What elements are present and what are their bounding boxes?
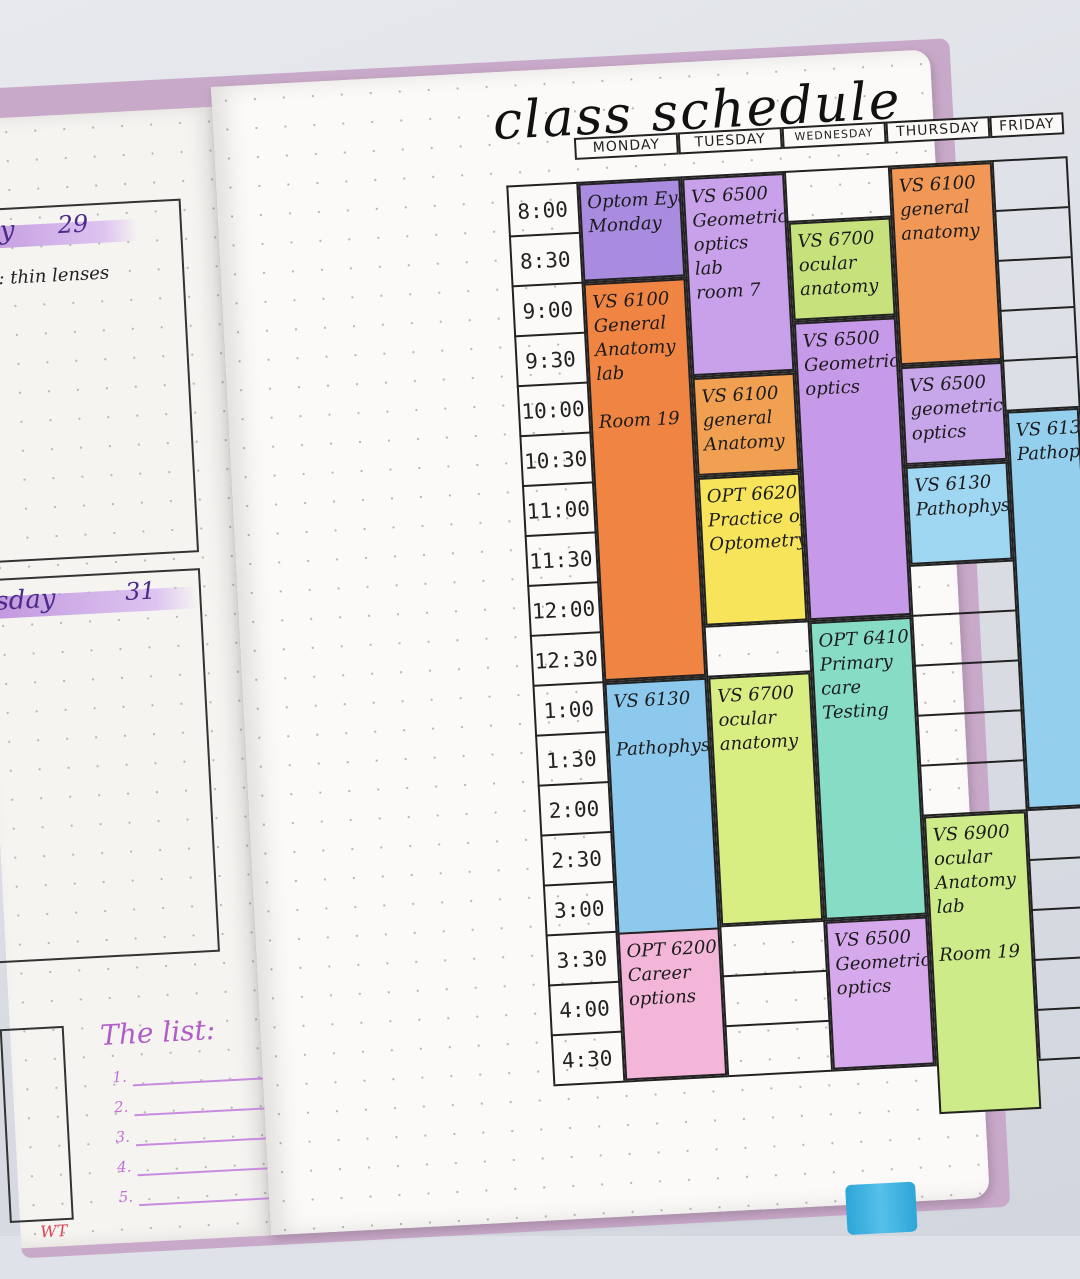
class-block-text: Optometry (708, 529, 808, 556)
class-block-text: VS 6100 (701, 382, 779, 408)
class-block-text: VS 6900 (932, 821, 1011, 847)
class-block-text: OPT 6200 (625, 936, 718, 963)
list-item-number: 4. (116, 1157, 132, 1177)
class-block-text: VS 6130 (612, 687, 691, 713)
time-label: 1:30 (545, 746, 598, 774)
list-line (139, 1196, 279, 1207)
time-label: 11:00 (526, 496, 591, 524)
class-block-text: VS 6100 (591, 288, 670, 314)
class-block-text: options (628, 985, 697, 1011)
bookmark-ribbon (845, 1181, 918, 1236)
list-line (137, 1166, 278, 1177)
time-label: 11:30 (528, 546, 594, 574)
class-block-text: anatomy (799, 275, 879, 301)
class-block-text: Pathophys (615, 734, 711, 761)
class-block-text: geometric (910, 394, 1004, 421)
day-header-monday: MONDAY (573, 132, 679, 160)
day-box-2 (0, 568, 220, 964)
week-footer: WT (39, 1220, 68, 1242)
class-block-text: Anatomy (703, 430, 786, 456)
time-label: 10:30 (523, 446, 588, 474)
class-block: VS 6500 geometric optics (900, 361, 1008, 466)
class-block-text: Pathophys (915, 494, 1011, 521)
day-header-tuesday: TUESDAY (677, 127, 783, 155)
list-line (135, 1136, 276, 1147)
class-block-text: VS 6700 (797, 227, 875, 253)
list-title: The list: (99, 1012, 217, 1052)
time-label: 3:30 (555, 946, 608, 973)
time-label: 8:00 (516, 197, 569, 224)
class-block-text: optics (911, 420, 967, 445)
class-block: VS 6700 ocular anatomy (788, 217, 896, 321)
class-block-text: Geometric (691, 205, 789, 232)
class-block-text: anatomy (900, 219, 981, 245)
class-block-text: Anatomy (594, 335, 677, 362)
class-block: VS 6900 ocular Anatomy lab Room 19 (923, 811, 1042, 1115)
class-block: VS 6100 general anatomy (889, 162, 1003, 366)
time-label: 12:30 (533, 646, 599, 674)
class-block-text: Geometric (834, 949, 932, 976)
class-block-text: Geometric (803, 350, 900, 377)
notebook: lay 29 lab: thin lenses sday 31 The list… (0, 27, 1080, 1259)
class-block: VS 6500 Geometric optics (825, 916, 935, 1070)
time-label: 3:00 (553, 896, 606, 924)
class-block-text: anatomy (719, 730, 799, 756)
class-block: VS 6500 Geometric optics (793, 317, 912, 621)
class-block: OPT 6410.a Primary care Testing (809, 616, 928, 920)
list-item-number: 2. (113, 1097, 129, 1117)
class-block: OPT 6620 Practice of Optometry (697, 472, 808, 626)
day-header-friday: FRIDAY (989, 112, 1065, 139)
class-block: VS 6100 general Anatomy (692, 372, 800, 476)
time-label: 8:30 (519, 247, 572, 274)
list-item-number: 3. (115, 1127, 131, 1147)
class-block: VS 6100 General Anatomy lab Room 19 (583, 278, 707, 682)
class-block-text: VS 6700 (716, 682, 795, 708)
right-page: class schedule MONDAY TUESDAY WEDNESDAY … (210, 49, 1080, 1236)
class-block-text: Room 19 (938, 940, 1021, 966)
class-block-text: VS 6100 (898, 172, 977, 197)
time-label: 2:00 (548, 796, 600, 824)
list-line (132, 1077, 273, 1087)
list-item-number: 1. (111, 1067, 128, 1087)
class-block: VS 6130 Pathophys (1006, 407, 1080, 810)
time-label: 2:30 (550, 846, 603, 874)
time-label: 12:00 (531, 596, 596, 624)
schedule-grid: MONDAY TUESDAY WEDNESDAY THURSDAY FRIDAY… (504, 112, 1080, 1120)
time-label: 9:00 (521, 297, 574, 324)
class-block: VS 6130 Pathophys (905, 461, 1013, 565)
class-block-text: VS 6130 (1015, 416, 1080, 442)
class-block-text: Monday (587, 212, 663, 238)
small-box (0, 1025, 74, 1223)
day-box-1 (0, 198, 200, 564)
class-block-text: Room 19 (598, 407, 681, 434)
class-block: VS 6700 ocular anatomy (708, 672, 824, 926)
list-line (134, 1106, 275, 1117)
class-block-text: Primary (819, 650, 894, 676)
day-header-wednesday: WEDNESDAY (781, 121, 887, 150)
class-block-text: Testing (821, 699, 890, 724)
class-block-text: optics (836, 975, 892, 1000)
time-label: 10:00 (520, 396, 586, 425)
class-block: OPT 6200 Career options (617, 927, 728, 1081)
time-label: 1:00 (542, 696, 595, 724)
class-block-text: optics (804, 376, 861, 401)
time-label: 4:30 (561, 1046, 613, 1073)
time-label: 9:30 (524, 347, 577, 374)
class-block-text: room 7 (695, 279, 762, 304)
class-block-text: Anatomy (934, 868, 1017, 895)
day-header-thursday: THURSDAY (885, 116, 991, 144)
class-block: VS 6500 Geometric optics lab room 7 (682, 173, 795, 377)
class-block-text: Pathophys (1016, 439, 1080, 466)
list-item-number: 5. (118, 1187, 134, 1207)
class-block: Optom Eyes Monday (578, 178, 686, 282)
time-label: 4:00 (558, 996, 611, 1023)
